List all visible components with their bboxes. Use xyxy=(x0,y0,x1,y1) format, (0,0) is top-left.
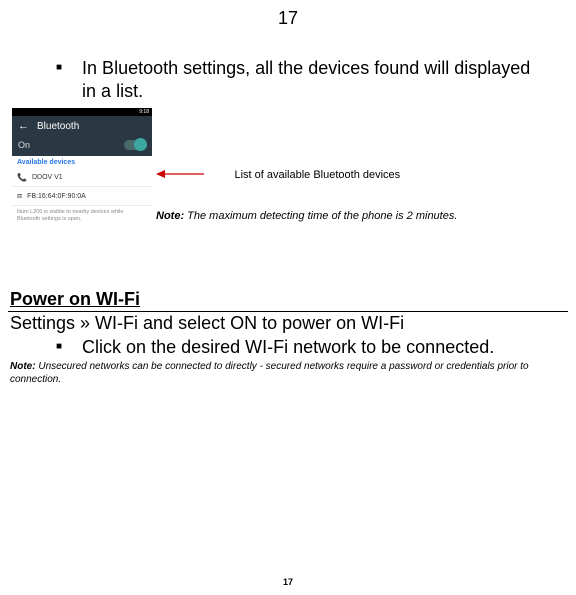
wifi-heading: Power on WI-Fi xyxy=(10,289,568,310)
device-row[interactable]: 📞 DDOV V1 xyxy=(12,169,152,187)
bluetooth-title: Bluetooth xyxy=(37,121,79,132)
divider xyxy=(8,311,568,312)
bluetooth-bullet: ■ In Bluetooth settings, all the devices… xyxy=(56,57,568,102)
on-label: On xyxy=(18,140,30,150)
bluetooth-bullet-text: In Bluetooth settings, all the devices f… xyxy=(82,57,542,102)
settings-path: Settings » WI-Fi and select ON to power … xyxy=(10,313,568,334)
bullet-marker-icon: ■ xyxy=(56,341,62,359)
annotation-row: List of available Bluetooth devices xyxy=(156,166,457,184)
back-arrow-icon[interactable]: ← xyxy=(18,120,29,132)
wifi-note-label: Note: xyxy=(10,361,36,372)
note-label: Note: xyxy=(156,210,184,222)
bluetooth-on-row: On xyxy=(12,136,152,156)
page-number-top: 17 xyxy=(0,0,576,29)
wifi-note: Note: Unsecured networks can be connecte… xyxy=(10,360,568,386)
wifi-bullet: ■ Click on the desired WI-Fi network to … xyxy=(56,336,568,359)
annotation-column: List of available Bluetooth devices Note… xyxy=(156,108,457,222)
bullet-marker-icon: ■ xyxy=(56,62,62,102)
page-content: ■ In Bluetooth settings, all the devices… xyxy=(0,57,576,386)
phone-screenshot: 9:18 ← Bluetooth On Available devices 📞 … xyxy=(12,108,152,229)
wifi-bullet-text: Click on the desired WI-Fi network to be… xyxy=(82,336,494,359)
device-name: DDOV V1 xyxy=(32,174,63,181)
generic-device-icon: ⧈ xyxy=(17,191,22,201)
device-name: FB:16:64:0F:90:0A xyxy=(27,193,86,200)
detect-note: Note: The maximum detecting time of the … xyxy=(156,210,457,222)
status-time: 9:18 xyxy=(139,109,149,115)
available-devices-label: Available devices xyxy=(12,156,152,169)
visibility-note: Ilium L200 is visible to nearby devices … xyxy=(12,206,152,229)
list-available-label: List of available Bluetooth devices xyxy=(234,169,400,181)
page-number-bottom: 17 xyxy=(0,577,576,587)
bluetooth-toggle[interactable] xyxy=(124,140,146,150)
phone-device-icon: 📞 xyxy=(17,173,27,182)
device-row[interactable]: ⧈ FB:16:64:0F:90:0A xyxy=(12,187,152,206)
note-text: The maximum detecting time of the phone … xyxy=(184,210,457,222)
screenshot-area: 9:18 ← Bluetooth On Available devices 📞 … xyxy=(8,108,568,229)
red-arrow-icon xyxy=(156,166,206,184)
wifi-note-text: Unsecured networks can be connected to d… xyxy=(10,361,529,385)
phone-statusbar: 9:18 xyxy=(12,108,152,116)
bluetooth-header: ← Bluetooth xyxy=(12,116,152,136)
